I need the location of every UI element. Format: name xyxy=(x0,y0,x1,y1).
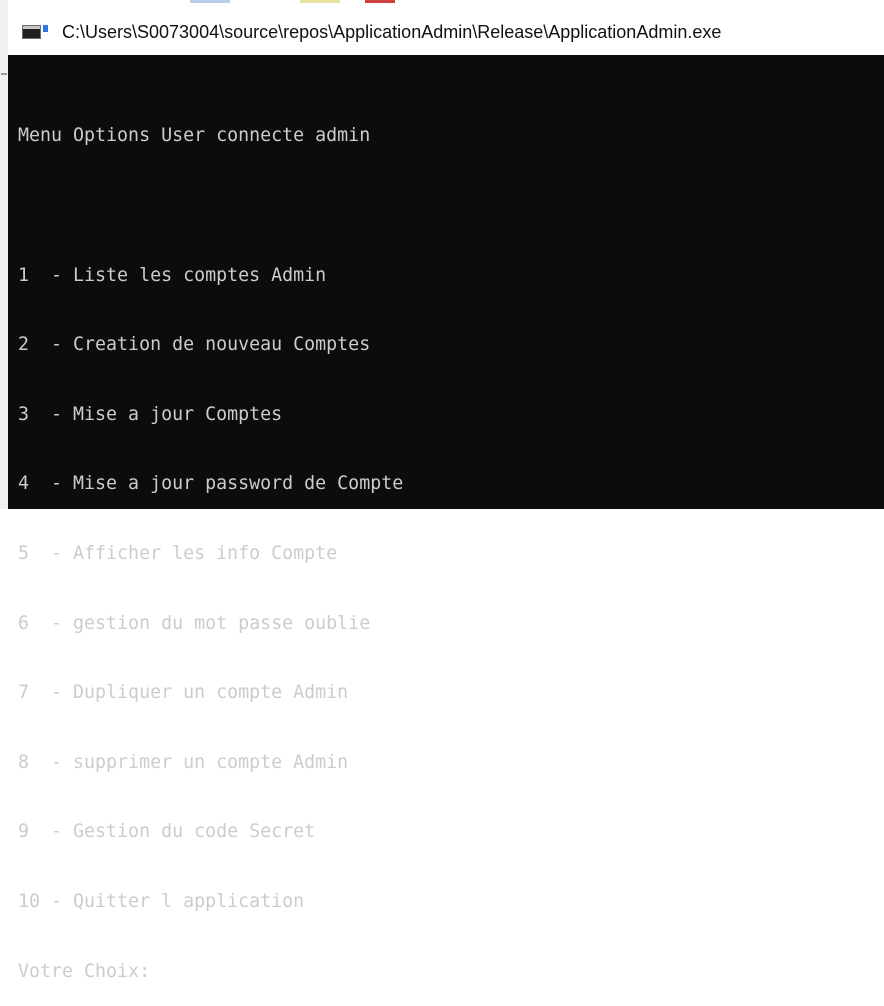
window-title: C:\Users\S0073004\source\repos\Applicati… xyxy=(62,22,722,42)
console-app-icon-badge xyxy=(43,25,48,32)
menu-item: 3 - Mise a jour Comptes xyxy=(18,403,283,425)
background-accent xyxy=(190,0,230,3)
background-accent xyxy=(300,0,340,3)
menu-item: 7 - Dupliquer un compte Admin xyxy=(18,682,349,704)
menu-item: 6 - gestion du mot passe oublie xyxy=(18,612,371,634)
background-window-edge xyxy=(0,0,8,509)
menu-header: Menu Options User connecte admin xyxy=(18,125,371,147)
menu-item: 2 - Creation de nouveau Comptes xyxy=(18,334,371,356)
menu-item: 1 - Liste les comptes Admin xyxy=(18,264,327,286)
menu-item: 8 - supprimer un compte Admin xyxy=(18,751,349,773)
background-accent xyxy=(365,0,395,3)
menu-item: 4 - Mise a jour password de Compte xyxy=(18,473,404,495)
input-prompt[interactable]: Votre Choix: xyxy=(18,960,884,983)
console-app-icon-bar xyxy=(23,26,40,29)
console-app-icon[interactable] xyxy=(22,25,48,39)
menu-item: 5 - Afficher les info Compte xyxy=(18,542,338,564)
menu-item: 10 - Quitter l application xyxy=(18,890,305,912)
background-top-edge xyxy=(0,0,884,3)
console-output[interactable]: Menu Options User connecte admin 1 - Lis… xyxy=(18,78,884,1006)
background-window-mark xyxy=(1,73,7,75)
menu-item: 9 - Gestion du code Secret xyxy=(18,821,316,843)
